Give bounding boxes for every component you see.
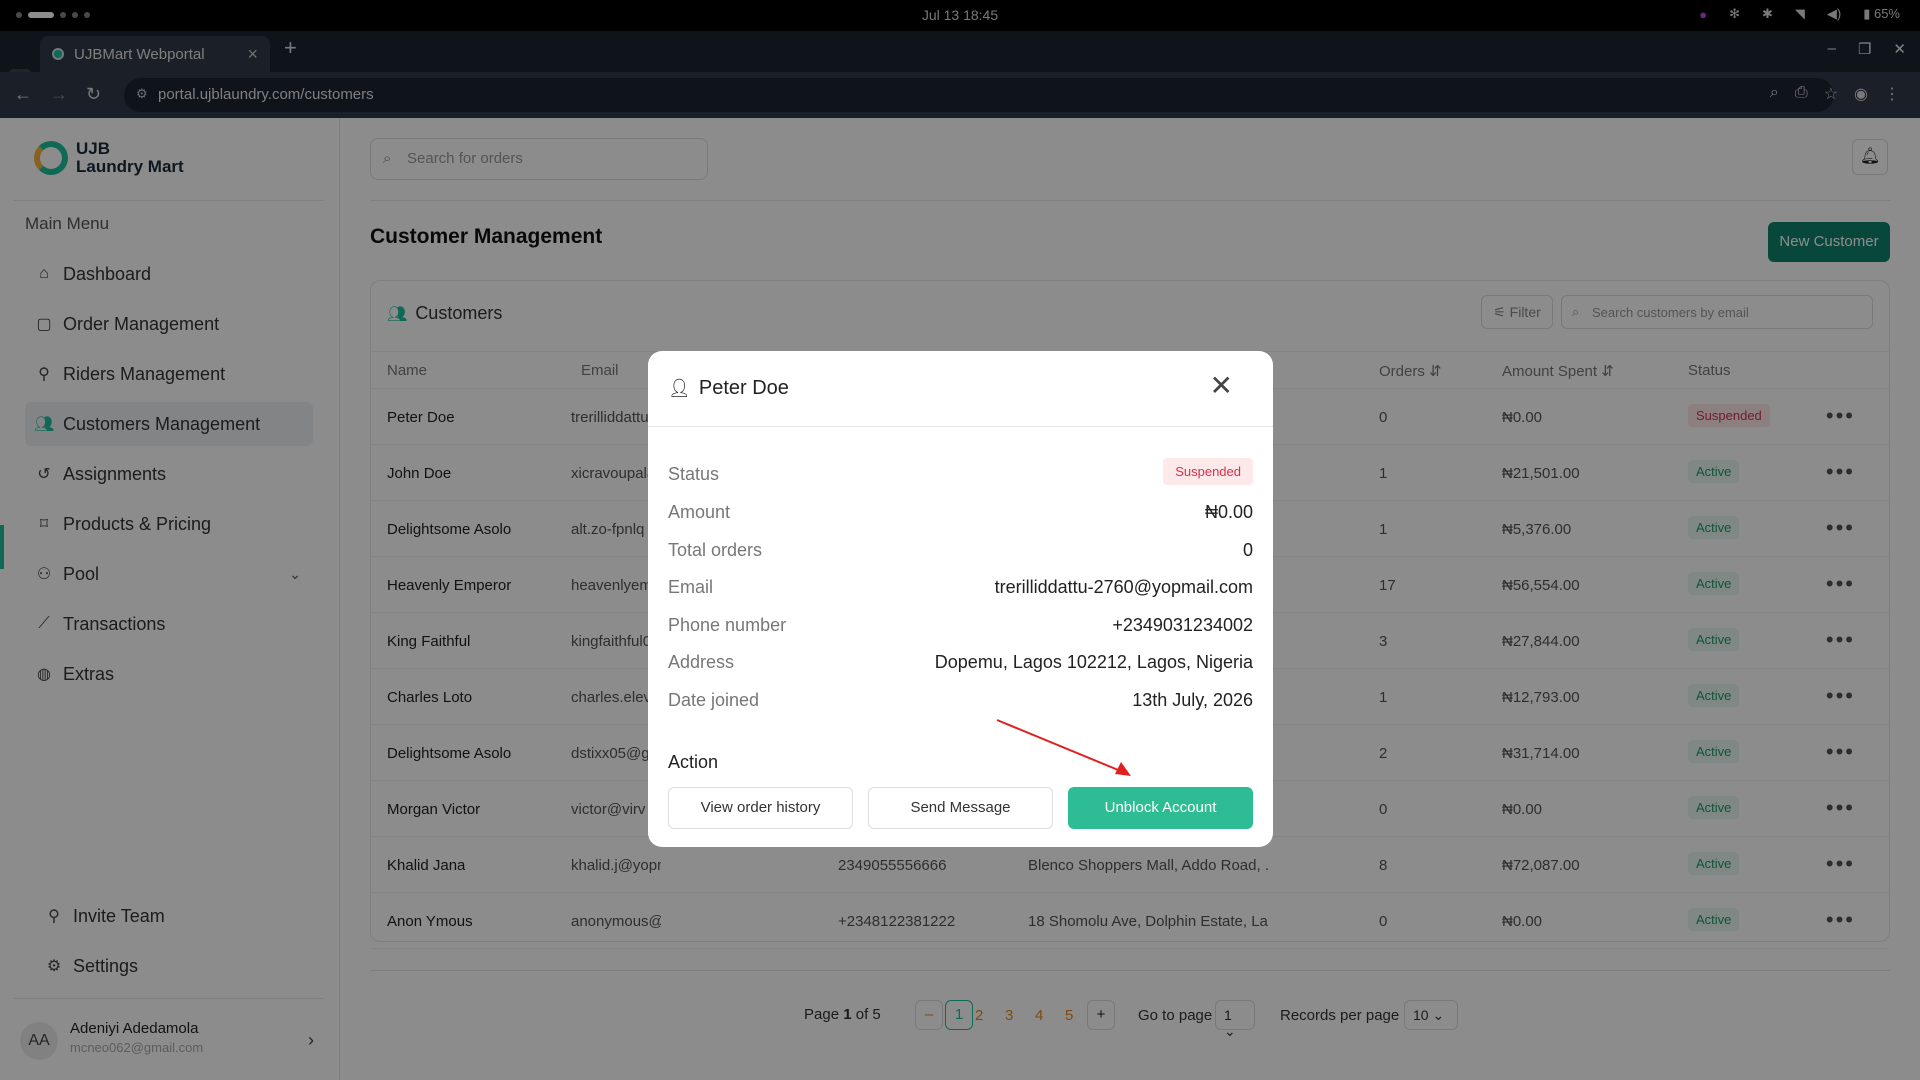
customer-detail-modal: 👤︎ Peter Doe ✕ Status Suspended Amount ₦0.0… [648,351,1273,847]
detail-label: Total orders [668,540,763,560]
detail-value: 0 [1242,540,1253,560]
view-order-history-button[interactable]: View order history [668,787,853,829]
detail-label: Date joined [668,690,760,710]
detail-value: Dopemu, Lagos 102212, Lagos, Nigeria [934,652,1253,672]
detail-label: Email [668,577,714,597]
action-heading: Action [668,752,719,772]
modal-header: 👤︎ Peter Doe [668,377,789,400]
detail-value: ₦0.00 [1204,502,1253,522]
close-icon[interactable]: ✕ [1210,369,1233,402]
detail-value: trerilliddattu-2760@yopmail.com [994,577,1253,597]
detail-label: Address [668,652,735,672]
send-message-button[interactable]: Send Message [868,787,1053,829]
divider [648,426,1273,427]
detail-label: Amount [668,502,731,522]
annotation-arrow-icon [996,719,1131,776]
modal-title: Peter Doe [698,377,789,399]
detail-label: Phone number [668,615,787,635]
detail-value: 13th July, 2026 [1132,690,1253,710]
detail-label: Status [668,464,720,484]
unblock-account-button[interactable]: Unblock Account [1068,787,1253,829]
status-badge: Suspended [1163,458,1253,485]
user-icon: 👤︎ [668,378,691,398]
detail-value: +2349031234002 [1112,615,1253,635]
